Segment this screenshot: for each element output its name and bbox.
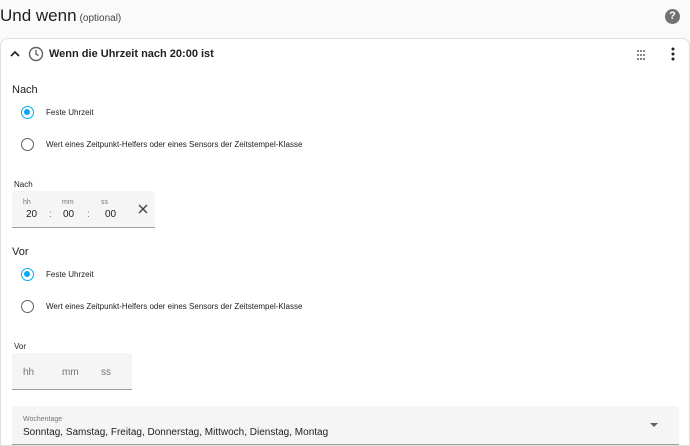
dropdown-arrow-icon: [650, 423, 658, 427]
time-separator: :: [87, 209, 90, 220]
after-ss-field[interactable]: 00: [105, 209, 116, 220]
before-helper-radio[interactable]: [21, 300, 34, 313]
before-fixed-time-label: Feste Uhrzeit: [46, 270, 94, 279]
after-hh-field[interactable]: 20: [26, 209, 37, 220]
optional-label: (optional): [79, 13, 122, 24]
clock-icon: [28, 46, 44, 62]
after-hh-label: hh: [23, 199, 31, 206]
section-title-text: Und wenn: [0, 6, 77, 25]
help-icon[interactable]: ?: [665, 9, 680, 24]
section-title: Und wenn (optional): [0, 6, 121, 26]
drag-handle-icon[interactable]: [636, 49, 646, 61]
weekdays-select[interactable]: Wochentage Sonntag, Samstag, Freitag, Do…: [12, 406, 679, 445]
before-ss-field[interactable]: ss: [101, 367, 111, 378]
after-helper-label: Wert eines Zeitpunkt-Helfers oder eines …: [46, 140, 303, 149]
clear-icon[interactable]: [138, 204, 148, 214]
after-time-label: Nach: [14, 180, 33, 189]
section-header: Und wenn (optional) ?: [0, 0, 690, 36]
condition-header[interactable]: Wenn die Uhrzeit nach 20:00 ist: [1, 39, 689, 71]
after-ss-label: ss: [101, 199, 108, 206]
after-helper-radio[interactable]: [21, 138, 34, 151]
condition-title: Wenn die Uhrzeit nach 20:00 ist: [49, 48, 214, 60]
chevron-up-icon[interactable]: [9, 48, 21, 60]
after-mm-field[interactable]: 00: [63, 209, 74, 220]
before-hh-field[interactable]: hh: [23, 367, 34, 378]
more-vertical-icon[interactable]: [671, 47, 675, 61]
before-mm-field[interactable]: mm: [62, 367, 79, 378]
before-fixed-time-radio[interactable]: [21, 268, 34, 281]
before-time-input[interactable]: hh mm ss: [12, 353, 132, 390]
after-section-label: Nach: [12, 84, 38, 96]
after-fixed-time-label: Feste Uhrzeit: [46, 108, 94, 117]
after-fixed-time-radio[interactable]: [21, 106, 34, 119]
after-time-input[interactable]: hh mm ss 20 : 00 : 00: [12, 191, 155, 228]
before-time-label: Vor: [14, 342, 27, 351]
condition-card: Wenn die Uhrzeit nach 20:00 ist Nach Fes…: [0, 38, 690, 446]
weekdays-label: Wochentage: [23, 416, 63, 423]
weekdays-value: Sonntag, Samstag, Freitag, Donnerstag, M…: [23, 427, 329, 438]
before-section-label: Vor: [12, 246, 29, 258]
after-mm-label: mm: [62, 199, 74, 206]
time-separator: :: [49, 209, 52, 220]
before-helper-label: Wert eines Zeitpunkt-Helfers oder eines …: [46, 302, 303, 311]
